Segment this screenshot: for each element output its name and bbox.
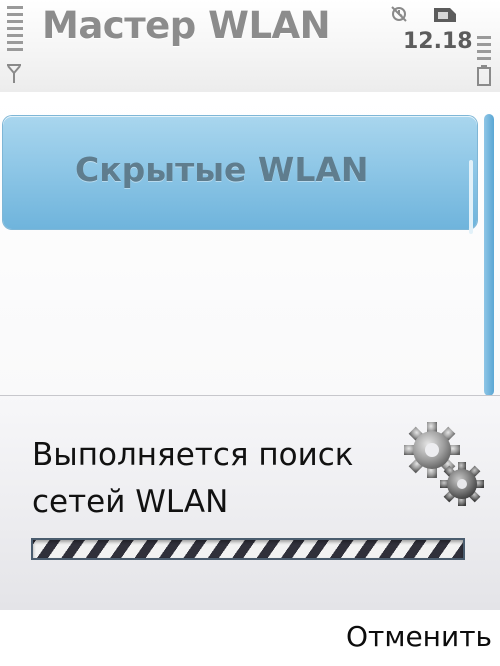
battery-icon <box>477 65 491 86</box>
page-title: Мастер WLAN <box>42 4 331 47</box>
progress-bar <box>31 538 465 560</box>
sim-card-icon <box>434 8 456 22</box>
list-item-hidden-wlan[interactable]: Скрытые WLAN <box>3 116 477 234</box>
signal-strength-icon <box>7 6 23 62</box>
progress-message: Выполняется поиск сетей WLAN <box>32 437 354 520</box>
progress-dialog: Выполняется поиск сетей WLAN <box>0 395 500 610</box>
list-item-label: Скрытые WLAN <box>75 150 369 189</box>
clock: 12.18 <box>403 29 473 54</box>
list-item-edge-mark <box>469 160 473 234</box>
softkey-bar: Отменить <box>0 610 500 666</box>
status-bar: Мастер WLAN 12.18 <box>0 0 500 92</box>
antenna-icon <box>7 64 21 83</box>
scrollbar[interactable] <box>484 114 494 396</box>
alarm-icon <box>391 6 407 22</box>
list-area: Скрытые WLAN <box>0 92 500 395</box>
battery-level-bars <box>477 36 491 66</box>
cancel-softkey[interactable]: Отменить <box>346 620 492 653</box>
gears-icon <box>404 422 484 506</box>
